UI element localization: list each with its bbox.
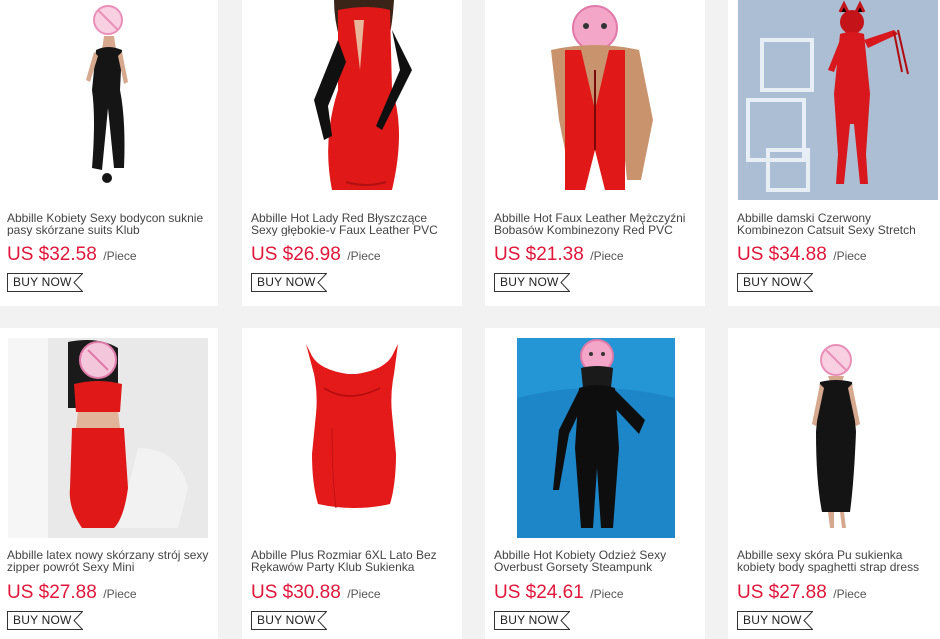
product-title[interactable]: Abbille sexy skóra Pu sukienka kobiety b… xyxy=(737,549,940,573)
product-card[interactable]: Abbille damski Czerwony Kombinezon Catsu… xyxy=(728,0,940,306)
product-image[interactable] xyxy=(0,0,218,200)
product-image[interactable] xyxy=(485,328,705,538)
product-price-row: US $27.88 /Piece xyxy=(737,582,940,604)
buy-now-button[interactable]: BUY NOW xyxy=(251,273,327,292)
product-title[interactable]: Abbille latex nowy skórzany strój sexy z… xyxy=(7,549,210,573)
product-price: US $34.88 xyxy=(737,244,827,265)
price-unit: /Piece xyxy=(590,249,624,263)
price-unit: /Piece xyxy=(103,249,137,263)
buy-now-label: BUY NOW xyxy=(743,613,802,627)
product-price-row: US $26.98 /Piece xyxy=(251,244,454,266)
product-image[interactable] xyxy=(0,328,218,538)
man-red-pvc-romper-photo-icon xyxy=(485,0,705,200)
buy-now-button[interactable]: BUY NOW xyxy=(494,273,570,292)
product-title[interactable]: Abbille Kobiety Sexy bodycon suknie pasy… xyxy=(7,212,210,236)
price-unit: /Piece xyxy=(347,587,381,601)
product-image[interactable] xyxy=(728,328,940,538)
product-title[interactable]: Abbille Plus Rozmiar 6XL Lato Bez Rękawó… xyxy=(251,549,454,573)
buy-now-label: BUY NOW xyxy=(257,275,316,289)
buy-now-label: BUY NOW xyxy=(743,275,802,289)
product-card[interactable]: Abbille Hot Faux Leather Mężczyźni Bobas… xyxy=(485,0,705,306)
woman-red-catsuit-photo-icon xyxy=(738,0,938,200)
product-image[interactable] xyxy=(728,0,940,200)
buy-now-button[interactable]: BUY NOW xyxy=(494,611,570,630)
buy-now-label: BUY NOW xyxy=(500,275,559,289)
product-card[interactable]: Abbille latex nowy skórzany strój sexy z… xyxy=(0,328,218,639)
product-price: US $26.98 xyxy=(251,244,341,265)
price-unit: /Piece xyxy=(833,249,867,263)
buy-now-button[interactable]: BUY NOW xyxy=(7,611,83,630)
product-card[interactable]: Abbille Hot Lady Red Błyszczące Sexy głę… xyxy=(242,0,462,306)
price-unit: /Piece xyxy=(103,587,137,601)
product-image[interactable] xyxy=(242,0,462,200)
product-price-row: US $30.88 /Piece xyxy=(251,582,454,604)
product-card[interactable]: Abbille sexy skóra Pu sukienka kobiety b… xyxy=(728,328,940,639)
product-title[interactable]: Abbille damski Czerwony Kombinezon Catsu… xyxy=(737,212,940,236)
price-unit: /Piece xyxy=(590,587,624,601)
product-image[interactable] xyxy=(242,328,462,538)
red-vinyl-dress-product-photo-icon xyxy=(242,328,462,538)
product-title[interactable]: Abbille Hot Kobiety Odzież Sexy Overbust… xyxy=(494,549,697,573)
product-price-row: US $27.88 /Piece xyxy=(7,582,210,604)
product-price-row: US $24.61 /Piece xyxy=(494,582,697,604)
woman-black-corset-dress-photo-icon xyxy=(485,328,705,538)
woman-black-pu-dress-photo-icon xyxy=(728,328,940,538)
product-image[interactable] xyxy=(485,0,705,200)
product-card[interactable]: Abbille Kobiety Sexy bodycon suknie pasy… xyxy=(0,0,218,306)
woman-black-latex-dress-photo-icon xyxy=(0,0,218,200)
buy-now-button[interactable]: BUY NOW xyxy=(737,273,813,292)
product-price-row: US $32.58 /Piece xyxy=(7,244,210,266)
price-unit: /Piece xyxy=(347,249,381,263)
buy-now-button[interactable]: BUY NOW xyxy=(7,273,83,292)
product-card[interactable]: Abbille Plus Rozmiar 6XL Lato Bez Rękawó… xyxy=(242,328,462,639)
price-unit: /Piece xyxy=(833,587,867,601)
product-card[interactable]: Abbille Hot Kobiety Odzież Sexy Overbust… xyxy=(485,328,705,639)
product-price: US $30.88 xyxy=(251,582,341,603)
buy-now-button[interactable]: BUY NOW xyxy=(737,611,813,630)
product-price-row: US $34.88 /Piece xyxy=(737,244,940,266)
buy-now-label: BUY NOW xyxy=(13,275,72,289)
woman-red-two-piece-photo-icon xyxy=(0,328,218,538)
buy-now-label: BUY NOW xyxy=(13,613,72,627)
product-title[interactable]: Abbille Hot Lady Red Błyszczące Sexy głę… xyxy=(251,212,454,236)
buy-now-label: BUY NOW xyxy=(500,613,559,627)
product-price: US $32.58 xyxy=(7,244,97,265)
product-price-row: US $21.38 /Piece xyxy=(494,244,697,266)
woman-red-vinyl-dress-gloves-photo-icon xyxy=(242,0,462,200)
product-price: US $24.61 xyxy=(494,582,584,603)
product-price: US $27.88 xyxy=(7,582,97,603)
product-price: US $21.38 xyxy=(494,244,584,265)
product-title[interactable]: Abbille Hot Faux Leather Mężczyźni Bobas… xyxy=(494,212,697,236)
buy-now-button[interactable]: BUY NOW xyxy=(251,611,327,630)
product-price: US $27.88 xyxy=(737,582,827,603)
buy-now-label: BUY NOW xyxy=(257,613,316,627)
